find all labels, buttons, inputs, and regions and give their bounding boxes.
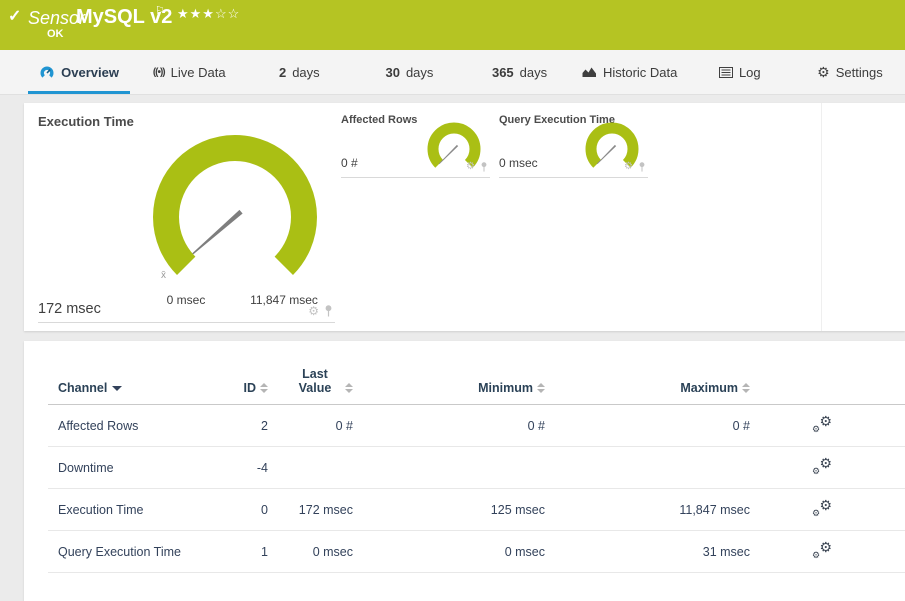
pin-icon[interactable] [480,162,488,172]
table-row-downtime: Downtime -4 ⚙ ⚙ [48,446,905,489]
gauge-widget-query-execution-time[interactable]: Query Execution Time 0 msec ⚙ [499,112,648,178]
channel-settings-icon[interactable]: ⚙ ⚙ [812,413,832,434]
gear-icon[interactable]: ⚙ [466,162,475,172]
table-row-execution-time: Execution Time 0 172 msec 125 msec 11,84… [48,488,905,531]
channel-last-value: 0 # [268,404,353,447]
gauge-title: Affected Rows [341,114,418,126]
tab-settings[interactable]: ⚙ Settings [795,50,905,94]
column-header-last-value[interactable]: Last Value [268,341,353,405]
live-data-icon: ((•)) [152,66,166,78]
gauge-icon [39,65,55,79]
tab-2-days[interactable]: 2 days [244,50,354,94]
gauge-current-value: 0 msec [499,156,538,170]
historic-chart-icon [582,66,597,78]
sensor-title-bar: ✓ Sensor MySQL v2 ⚐ ★★★☆☆ OK [0,0,905,50]
channel-minimum: 0 msec [353,530,545,573]
channel-last-value: 172 msec [268,488,353,531]
channel-id: 1 [198,530,268,573]
column-header-channel[interactable]: Channel [48,341,198,405]
tab-30-days[interactable]: 30 days [354,50,464,94]
channel-minimum [353,446,545,489]
tab-bar: Overview ((•)) Live Data 2 days 30 days … [0,50,905,95]
channel-maximum: 11,847 msec [545,488,750,531]
tab-settings-label: Settings [835,64,883,80]
tab-365-days[interactable]: 365 days [465,50,575,94]
gauge-current-value: 0 # [341,156,358,170]
column-header-maximum[interactable]: Maximum [545,341,750,405]
gauge-min-label: 0 msec [166,293,206,307]
table-row-query-execution-time: Query Execution Time 1 0 msec 0 msec 31 … [48,530,905,573]
channel-settings-icon[interactable]: ⚙ ⚙ [812,497,832,518]
column-header-actions [750,341,905,405]
channel-name: Downtime [48,446,198,489]
gauge-title: Execution Time [38,114,134,129]
channel-maximum: 31 msec [545,530,750,573]
channel-name: Affected Rows [48,404,198,447]
channels-table: Channel ID Last Value Minimum Maximum Af… [48,341,905,573]
log-list-icon [718,66,733,78]
priority-stars[interactable]: ★★★☆☆ [177,6,240,22]
sort-icon [345,382,353,393]
tab-2-days-num: 2 [278,64,287,80]
column-header-minimum[interactable]: Minimum [353,341,545,405]
status-badge: OK [47,28,64,40]
column-header-id[interactable]: ID [198,341,268,405]
tab-overview-label: Overview [61,64,119,80]
tab-live-data[interactable]: ((•)) Live Data [134,50,244,94]
sort-icon [537,382,545,393]
channel-settings-icon[interactable]: ⚙ ⚙ [812,539,832,560]
ok-check-icon: ✓ [8,8,22,25]
tab-historic-data-label: Historic Data [602,64,678,80]
tab-log[interactable]: Log [685,50,795,94]
sort-icon [742,382,750,393]
channel-minimum: 0 # [353,404,545,447]
gear-icon[interactable]: ⚙ [624,162,633,172]
panel-column-divider [821,103,822,331]
channel-last-value [268,446,353,489]
channel-maximum: 0 # [545,404,750,447]
tab-overview[interactable]: Overview [24,50,134,94]
gauge-current-value: 172 msec [38,301,101,317]
tab-30-days-label: days [405,64,434,80]
settings-gear-icon: ⚙ [817,64,830,80]
channel-id: 2 [198,404,268,447]
channels-panel: Channel ID Last Value Minimum Maximum Af… [24,341,905,601]
channel-id: 0 [198,488,268,531]
execution-time-gauge: x̄ [153,135,317,281]
channel-maximum [545,446,750,489]
tab-live-data-label: Live Data [170,64,226,80]
channel-minimum: 125 msec [353,488,545,531]
tab-historic-data[interactable]: Historic Data [575,50,685,94]
channel-name: Execution Time [48,488,198,531]
tab-log-label: Log [738,64,761,80]
tab-365-days-num: 365 [491,64,514,80]
tab-2-days-label: days [292,64,320,80]
flag-icon[interactable]: ⚐ [155,4,165,17]
pin-icon[interactable] [638,162,646,172]
channel-last-value: 0 msec [268,530,353,573]
tab-365-days-label: days [519,64,548,80]
sort-desc-icon [112,385,123,391]
gauge-widget-affected-rows[interactable]: Affected Rows 0 # ⚙ [341,112,490,178]
channel-settings-icon[interactable]: ⚙ ⚙ [812,455,832,476]
gauge-widget-execution-time[interactable]: Execution Time x̄ 0 msec 11,847 msec 172… [38,112,335,323]
average-marker: x̄ [161,270,166,281]
gauges-panel: Execution Time x̄ 0 msec 11,847 msec 172… [24,103,905,331]
channel-name: Query Execution Time [48,530,198,573]
channel-id: -4 [198,446,268,489]
pin-icon[interactable] [324,305,333,317]
gear-icon[interactable]: ⚙ [308,305,319,317]
tab-30-days-num: 30 [385,64,400,80]
sort-icon [260,382,268,393]
table-row-affected-rows: Affected Rows 2 0 # 0 # 0 # ⚙ ⚙ [48,404,905,447]
